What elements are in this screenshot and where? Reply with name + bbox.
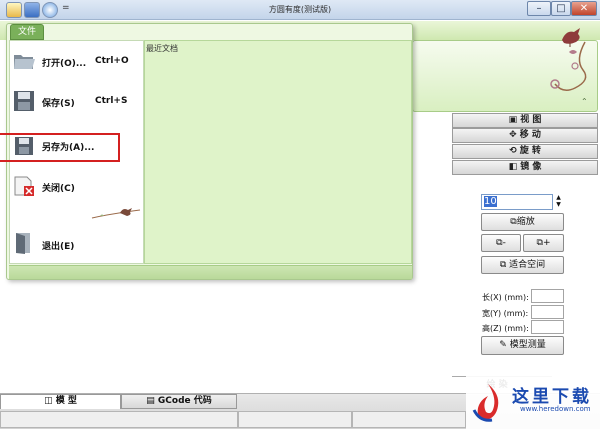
tab-model-label: 模 型 [55, 396, 77, 406]
scale-value-text: 10 [484, 196, 497, 207]
fit-space-label: 适合空间 [509, 260, 546, 270]
tab-move[interactable]: ✥ 移 动 [452, 128, 598, 143]
status-cell [0, 411, 238, 428]
model-measure-button[interactable]: ✎ 模型测量 [481, 336, 564, 355]
tab-rotate-label: 旋 转 [519, 146, 541, 156]
length-input[interactable] [531, 289, 564, 303]
tab-mirror[interactable]: ◧ 镜 像 [452, 160, 598, 175]
status-cell [352, 411, 466, 428]
scale-button-label: 缩放 [516, 217, 535, 227]
height-input[interactable] [531, 320, 564, 334]
menu-save-label: 保存(S) [42, 99, 75, 109]
menu-save-shortcut: Ctrl+S [95, 96, 128, 106]
menu-open-shortcut: Ctrl+O [95, 56, 129, 66]
tab-move-label: 移 动 [519, 130, 541, 140]
scale-button[interactable]: ⧉缩放 [481, 213, 564, 231]
scale-up-button[interactable]: ⧉+ [523, 234, 564, 252]
scale-value-input[interactable]: 10 [481, 194, 553, 210]
close-document-icon [14, 176, 34, 196]
model-measure-label: 模型测量 [509, 340, 546, 350]
ribbon-collapse-icon[interactable]: ⌃ [581, 97, 588, 106]
menu-exit-label: 退出(E) [42, 242, 75, 252]
tab-rotate[interactable]: ⟲ 旋 转 [452, 144, 598, 159]
exit-door-icon [16, 233, 30, 254]
floppy-disk-icon [14, 91, 34, 111]
tab-gcode[interactable]: ▤ GCode 代码 [121, 394, 237, 409]
scale-down-label: - [502, 238, 506, 248]
height-label: 高(Z) (mm): [482, 324, 529, 333]
length-label: 长(X) (mm): [482, 293, 529, 302]
menu-open-label: 打开(O)... [42, 59, 87, 69]
width-input[interactable] [531, 305, 564, 319]
branch-bird-decoration-icon [91, 208, 141, 219]
tab-mirror-label: 镜 像 [520, 162, 542, 172]
watermark-logo-icon [472, 384, 499, 422]
close-window-button[interactable]: ✕ [571, 1, 597, 16]
file-tab[interactable]: 文件 [10, 24, 44, 40]
minimize-button[interactable]: – [527, 1, 551, 16]
file-menu-footer [9, 265, 412, 279]
scale-spinner-arrows[interactable]: ▲ ▼ [553, 194, 564, 210]
menu-close-label: 关闭(C) [42, 184, 75, 194]
width-label: 宽(Y) (mm): [482, 309, 529, 318]
highlight-box [0, 133, 120, 162]
tab-view-label: 视 图 [520, 115, 542, 125]
recent-documents-panel [144, 40, 412, 264]
tab-model[interactable]: ◫ 模 型 [0, 394, 121, 409]
status-cell [238, 411, 352, 428]
watermark-text: 这里下载 [512, 387, 592, 407]
scale-down-button[interactable]: ⧉- [481, 234, 521, 252]
maximize-button[interactable]: □ [551, 1, 571, 16]
fit-space-button[interactable]: ⧉ 适合空间 [481, 256, 564, 274]
tab-gcode-label: GCode 代码 [157, 396, 212, 406]
folder-open-icon [14, 55, 35, 69]
scale-up-label: + [542, 238, 551, 248]
vine-decoration-icon [550, 41, 587, 91]
recent-documents-title: 最近文档 [146, 44, 178, 53]
watermark-url: www.heredown.com [520, 405, 591, 413]
window-title: 方圆有度(测试版) [268, 5, 332, 14]
tab-view[interactable]: ▣ 视 图 [452, 113, 598, 128]
